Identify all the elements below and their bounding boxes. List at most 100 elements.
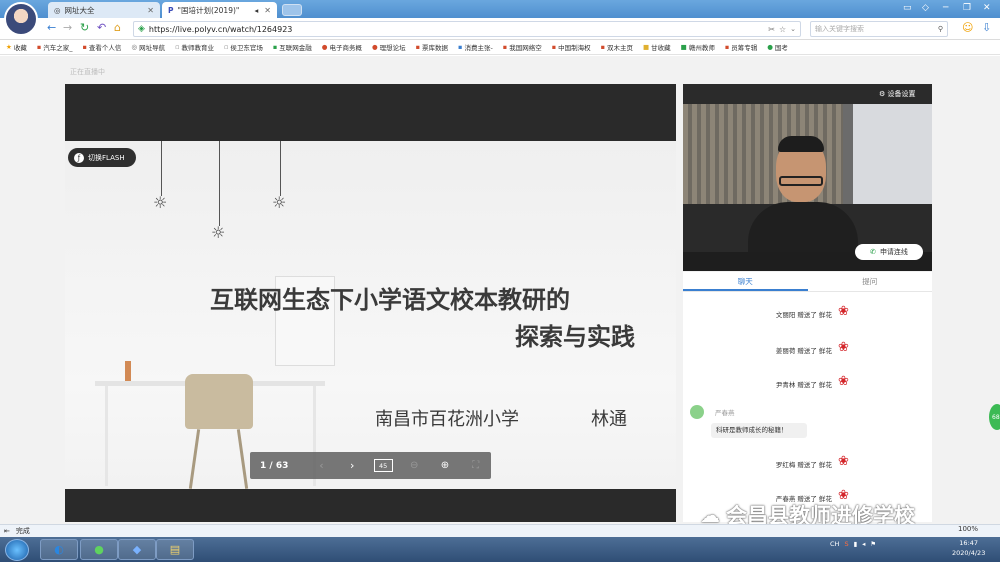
bookmark-item[interactable]: ■ 赣州教师 [681, 42, 715, 52]
home-icon[interactable]: ⌂ [114, 21, 121, 34]
video-panel[interactable]: ⚙ 设备设置 ✆ 申请连线 [683, 84, 932, 271]
status-text: 完成 [15, 527, 30, 535]
bookmark-item[interactable]: ▪ 我国网络空 [503, 42, 542, 52]
search-icon[interactable]: ⚲ [938, 25, 943, 33]
bookmark-item[interactable]: ▪ 消费主张- [458, 42, 493, 52]
skin-icon[interactable]: ◇ [922, 3, 929, 13]
taskbar-browser-icon[interactable]: ◐ [40, 539, 78, 560]
page-icon: ▪ [502, 43, 508, 51]
download-icon[interactable]: ⇩ [982, 21, 991, 34]
taskbar-wechat-icon[interactable]: ● [80, 539, 118, 560]
volume-icon[interactable]: ◂ [862, 540, 865, 548]
chat-message: 科研是教师成长的秘籍！ [711, 423, 807, 438]
status-bar: ⇤ 完成 [0, 524, 1000, 537]
bookmark-item[interactable]: ▪ 票库数据 [416, 42, 448, 52]
sidebar-toggle-icon[interactable]: ⇤ [4, 527, 10, 535]
switch-flash-button[interactable]: ƒ 切换FLASH [68, 148, 136, 167]
close-icon[interactable]: ✕ [264, 6, 271, 15]
page-icon: ▫ [175, 43, 180, 51]
prev-page-icon[interactable]: ‹ [306, 459, 337, 472]
star-icon[interactable]: ☆ [779, 25, 786, 34]
restore-icon[interactable]: ❐ [963, 3, 971, 13]
live-status-label: 正在直播中 [70, 68, 105, 76]
refresh-icon[interactable]: ↻ [80, 21, 89, 34]
bookmark-item[interactable]: ★ 收藏 [6, 42, 27, 52]
chevron-down-icon[interactable]: ⌄ [790, 25, 800, 33]
apply-connect-label: 申请连线 [879, 248, 908, 256]
polyv-icon: P [168, 5, 174, 15]
start-button[interactable] [5, 539, 29, 561]
user-avatar[interactable] [4, 2, 38, 36]
taskbar-app-icon[interactable]: ◆ [118, 539, 156, 560]
bookmark-item[interactable]: ● 理想论坛 [372, 42, 406, 52]
flag-icon[interactable]: ⚑ [870, 540, 876, 548]
tab-polyv[interactable]: P "国培计划(2019)" ◂ ✕ [162, 2, 277, 18]
page-icon: ▪ [458, 43, 463, 51]
fullscreen-icon[interactable]: ⛶ [460, 460, 491, 471]
zoom-level[interactable]: 100% [958, 525, 978, 533]
bookmark-item[interactable]: ▪ 互联网金融 [273, 42, 312, 52]
bookmark-item[interactable]: ▪ 汽车之家_ [37, 42, 73, 52]
device-settings-button[interactable]: ⚙ 设备设置 [879, 89, 916, 99]
bookmark-item[interactable]: ▪ 员筹专辑 [725, 42, 757, 52]
sogou-icon[interactable]: S [844, 540, 848, 548]
tab-questions[interactable]: 提问 [808, 272, 933, 291]
bookmark-item[interactable]: ▫ 侯卫东官场 [224, 42, 263, 52]
bookmark-item[interactable]: ▪ 查看个人信 [82, 42, 121, 52]
apply-connect-button[interactable]: ✆ 申请连线 [855, 244, 923, 260]
tab-nav-sites[interactable]: ◎ 网址大全 ✕ [48, 2, 160, 18]
slide-bottom-band [65, 489, 676, 522]
close-window-icon[interactable]: ✕ [983, 3, 991, 13]
bookmark-item[interactable]: ■ 甘收藏 [643, 42, 671, 52]
page-icon: ▪ [551, 43, 557, 51]
desk-leg [105, 386, 108, 486]
bookmark-item[interactable]: ◎ 网址导航 [131, 42, 165, 52]
presenter-hair [778, 136, 824, 152]
url-text: https://live.polyv.cn/watch/1264923 [148, 24, 293, 34]
chair-seat [185, 374, 253, 429]
next-page-icon[interactable]: › [337, 459, 368, 472]
smile-icon[interactable]: ☺ [962, 21, 973, 34]
bookmark-item[interactable]: ● 国考 [767, 42, 788, 52]
bookmark-item[interactable]: ▫ 教师教育业 [175, 42, 214, 52]
rose-icon: ❀ [838, 304, 849, 319]
star-icon: ★ [6, 43, 12, 51]
input-method[interactable]: CH [830, 540, 839, 548]
menu-icon[interactable]: ▭ [903, 3, 912, 13]
zoom-in-icon[interactable]: ⊕ [430, 460, 461, 471]
chair-leg [236, 429, 249, 489]
minimize-icon[interactable]: ─ [943, 3, 948, 13]
flash-label: 切换FLASH [88, 153, 125, 162]
new-tab-button[interactable] [282, 4, 302, 16]
tab-chat[interactable]: 聊天 [683, 272, 808, 291]
forward-icon[interactable]: → [63, 21, 72, 34]
clock[interactable]: 16:47 2020/4/23 [952, 538, 985, 558]
page-icon: ▪ [600, 43, 606, 51]
lamp-cord [280, 141, 281, 196]
shield-icon: ◈ [138, 24, 145, 34]
page-icon: ▪ [415, 43, 421, 51]
bookmark-item[interactable]: ▪ 中国制海权 [552, 42, 591, 52]
chat-username: 严春燕 [715, 409, 735, 417]
zoom-out-icon[interactable]: ⊖ [399, 460, 430, 471]
taskbar-folder-icon[interactable]: ▤ [156, 539, 194, 560]
clock-time: 16:47 [959, 539, 979, 547]
speaker-icon[interactable]: ◂ [255, 6, 259, 15]
user-avatar[interactable] [690, 405, 704, 419]
back-icon[interactable]: ← [47, 21, 56, 34]
gift-message: 罗红梅 赠送了 鲜花 [775, 461, 832, 469]
bookmark-item[interactable]: ● 电子商务概 [322, 42, 362, 52]
floating-badge[interactable]: 68 [989, 404, 1000, 430]
search-input[interactable]: 输入关键字搜索 ⚲ [810, 21, 948, 37]
bookmark-item[interactable]: ▪ 双木主页 [601, 42, 633, 52]
zoom-value[interactable]: 45 [373, 459, 393, 472]
chair-leg [188, 429, 201, 489]
page-icon: ● [321, 43, 328, 51]
network-icon[interactable]: ▮ [854, 540, 858, 548]
page-icon: ▪ [36, 43, 42, 51]
page-icon: ▪ [724, 43, 730, 51]
share-icon[interactable]: ✂ [768, 25, 775, 34]
address-bar[interactable]: ◈ https://live.polyv.cn/watch/1264923 ✂ … [133, 21, 801, 37]
close-icon[interactable]: ✕ [147, 6, 154, 15]
undo-icon[interactable]: ↶ [97, 21, 106, 34]
